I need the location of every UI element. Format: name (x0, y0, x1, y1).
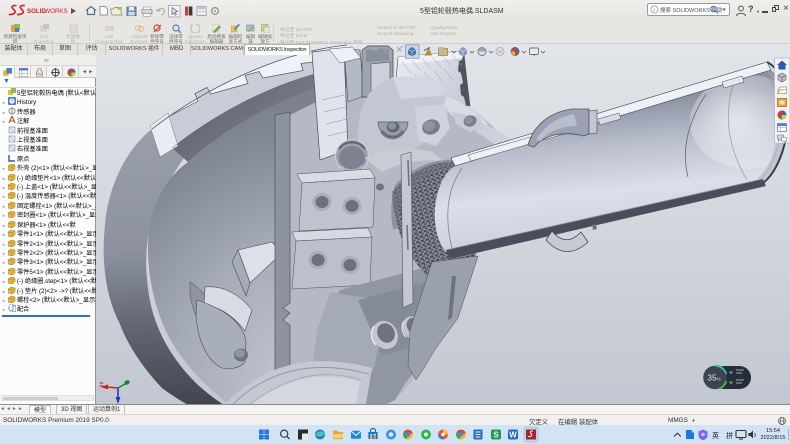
svg-text:S: S (493, 431, 499, 440)
svg-text:SOLID: SOLID (27, 8, 46, 15)
svg-text:WORKS: WORKS (44, 8, 67, 15)
svg-text:搜索 SOLIDWORKS 帮助: 搜索 SOLIDWORKS 帮助 (660, 6, 723, 14)
svg-text:W: W (509, 431, 517, 440)
